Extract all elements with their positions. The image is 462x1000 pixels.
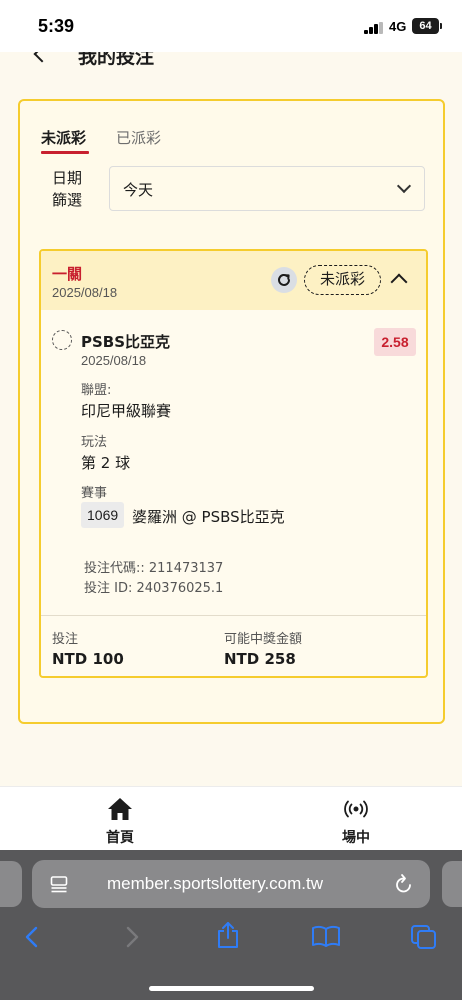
status-badge: 未派彩 xyxy=(304,265,381,295)
bet-card: 一關 2025/08/18 未派彩 PSBS比亞克 2025/08/18 2.5… xyxy=(39,249,428,678)
selection-date: 2025/08/18 xyxy=(81,353,147,368)
nav-live[interactable]: 場中 xyxy=(296,787,416,851)
date-filter-select[interactable]: 今天 xyxy=(109,166,425,211)
stake-label: 投注 xyxy=(52,632,79,647)
market-value: 第 2 球 xyxy=(81,454,131,472)
league-value: 印尼甲級聯賽 xyxy=(81,402,172,420)
odds-badge: 2.58 xyxy=(374,328,416,356)
bet-type: 一關 xyxy=(52,265,83,283)
payout-value: NTD 258 xyxy=(224,650,296,668)
league-label: 聯盟: xyxy=(81,383,112,398)
status-bar: 5:39 4G 64 xyxy=(0,0,462,52)
stake-value: NTD 100 xyxy=(52,650,124,668)
battery-cap xyxy=(440,23,442,29)
selection-radio xyxy=(52,330,72,350)
bookmarks-icon[interactable] xyxy=(311,925,341,947)
nav-home-label: 首頁 xyxy=(106,830,134,846)
nav-home[interactable]: 首頁 xyxy=(60,787,180,851)
active-tab-indicator xyxy=(41,151,89,154)
chevron-up-icon[interactable] xyxy=(390,273,408,291)
next-tab-peek[interactable] xyxy=(442,861,462,907)
date-filter-label: 日期 篩選 xyxy=(52,167,82,211)
forward-icon[interactable] xyxy=(124,926,140,948)
date-filter-label-line2: 篩選 xyxy=(52,191,83,209)
event-code: 1069 xyxy=(81,502,125,528)
date-filter-label-line1: 日期 xyxy=(52,169,83,187)
tab-unsettled[interactable]: 未派彩 xyxy=(41,127,86,148)
bet-id: 投注 ID: 240376025.1 xyxy=(84,581,224,596)
market-label: 玩法 xyxy=(81,435,108,450)
page-menu-icon[interactable] xyxy=(50,875,68,893)
summary-divider xyxy=(41,615,426,616)
bet-code: 投注代碼:: 211473137 xyxy=(84,561,224,576)
bet-card-header[interactable]: 一關 2025/08/18 未派彩 xyxy=(41,251,426,310)
nav-live-label: 場中 xyxy=(342,830,370,846)
event-label: 賽事 xyxy=(81,486,108,501)
reload-icon[interactable] xyxy=(394,873,414,895)
network-type: 4G xyxy=(389,19,407,34)
tabs-icon[interactable] xyxy=(410,924,438,950)
event-match: 婆羅洲 @ PSBS比亞克 xyxy=(132,508,285,526)
date-filter-value: 今天 xyxy=(123,181,154,199)
battery-icon: 64 xyxy=(412,18,439,34)
bottom-nav: 首頁 場中 xyxy=(0,786,462,850)
payout-label: 可能中獎金額 xyxy=(224,632,303,647)
cellular-signal-icon xyxy=(364,22,384,34)
bets-panel: 未派彩 已派彩 日期 篩選 今天 一關 2025/08/18 未派彩 PSBS比… xyxy=(18,99,445,724)
back-icon[interactable] xyxy=(24,926,40,948)
home-icon xyxy=(108,798,132,820)
bet-date: 2025/08/18 xyxy=(52,285,118,300)
browser-toolbar: member.sportslottery.com.tw xyxy=(0,850,462,1000)
chevron-down-icon xyxy=(396,178,412,194)
share-icon[interactable] xyxy=(216,921,240,949)
refresh-button[interactable] xyxy=(271,267,297,293)
selection-name: PSBS比亞克 xyxy=(81,333,171,351)
broadcast-icon xyxy=(344,800,368,818)
home-indicator xyxy=(149,986,314,991)
status-time: 5:39 xyxy=(38,16,75,36)
url-text: member.sportslottery.com.tw xyxy=(107,874,324,893)
tab-settled[interactable]: 已派彩 xyxy=(116,127,161,148)
address-bar[interactable]: member.sportslottery.com.tw xyxy=(32,860,430,908)
previous-tab-peek[interactable] xyxy=(0,861,22,907)
refresh-icon xyxy=(278,273,290,286)
